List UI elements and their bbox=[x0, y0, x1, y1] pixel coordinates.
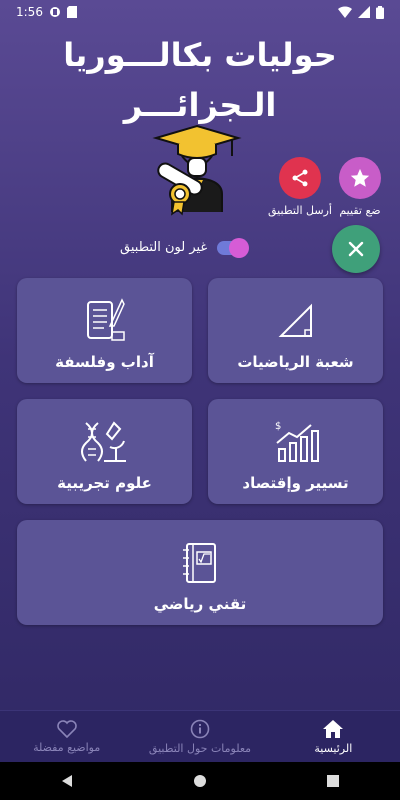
close-fab-button[interactable] bbox=[332, 225, 380, 273]
card-sciences[interactable]: علوم تجريبية bbox=[17, 399, 192, 504]
star-icon bbox=[350, 168, 370, 187]
share-button[interactable] bbox=[279, 157, 321, 199]
close-icon bbox=[348, 241, 364, 257]
status-right bbox=[338, 5, 384, 19]
card-literature-label: آداب وفلسفة bbox=[55, 353, 154, 371]
nav-about[interactable]: معلومات حول التطبيق bbox=[133, 711, 266, 763]
card-technical-math-label: تقني رياضي bbox=[153, 595, 247, 613]
nav-home[interactable]: الرئيسية bbox=[267, 711, 400, 763]
status-bar: 1:56 bbox=[0, 0, 400, 24]
scroll-quill-icon bbox=[86, 298, 125, 341]
dna-microscope-icon bbox=[80, 421, 126, 462]
recents-icon[interactable] bbox=[326, 774, 340, 788]
title-line-1: حوليات بكالـــوريا bbox=[63, 36, 337, 74]
notebook-sqrt-icon bbox=[183, 543, 216, 583]
share-icon bbox=[292, 169, 308, 187]
color-toggle-switch[interactable] bbox=[217, 237, 250, 258]
home-icon bbox=[323, 720, 344, 738]
graduate-illustration-icon bbox=[152, 124, 242, 216]
nav-favorites-label: مواضيع مفضلة bbox=[33, 741, 101, 754]
growth-chart-icon: $ bbox=[275, 421, 319, 462]
card-economics-label: تسيير وإقتصاد bbox=[242, 474, 349, 492]
battery-icon bbox=[376, 5, 384, 19]
wifi-icon bbox=[338, 6, 352, 18]
svg-text:$: $ bbox=[275, 421, 281, 432]
color-toggle-label: غير لون التطبيق bbox=[120, 240, 208, 255]
card-literature[interactable]: آداب وفلسفة bbox=[17, 278, 192, 383]
card-math[interactable]: شعبة الرياضيات bbox=[208, 278, 383, 383]
card-sciences-label: علوم تجريبية bbox=[57, 474, 152, 492]
nav-about-label: معلومات حول التطبيق bbox=[148, 742, 252, 755]
status-time: 1:56 bbox=[16, 5, 43, 19]
page-title: حوليات بكالـــوريا الـجزائـــر bbox=[0, 30, 400, 130]
signal-icon bbox=[358, 6, 370, 18]
card-technical-math[interactable]: تقني رياضي bbox=[17, 520, 383, 625]
sd-card-icon bbox=[66, 6, 77, 18]
nav-favorites[interactable]: مواضيع مفضلة bbox=[0, 711, 133, 763]
toggle-knob bbox=[229, 237, 250, 258]
bottom-nav: الرئيسية معلومات حول التطبيق مواضيع مفضل… bbox=[0, 710, 400, 763]
system-nav-bar bbox=[0, 762, 400, 800]
info-icon bbox=[190, 719, 210, 739]
back-icon[interactable] bbox=[60, 774, 74, 788]
nav-home-label: الرئيسية bbox=[314, 742, 353, 755]
status-left: 1:56 bbox=[16, 5, 77, 19]
triangle-icon bbox=[278, 303, 312, 337]
card-math-label: شعبة الرياضيات bbox=[237, 353, 354, 371]
rate-button[interactable] bbox=[339, 157, 381, 199]
card-economics[interactable]: $ تسيير وإقتصاد bbox=[208, 399, 383, 504]
heart-icon bbox=[56, 720, 77, 738]
notification-icon bbox=[49, 7, 60, 17]
color-toggle-row: غير لون التطبيق bbox=[120, 237, 250, 258]
share-label: أرسل التطبيق bbox=[268, 204, 332, 217]
home-circle-icon[interactable] bbox=[193, 774, 207, 788]
